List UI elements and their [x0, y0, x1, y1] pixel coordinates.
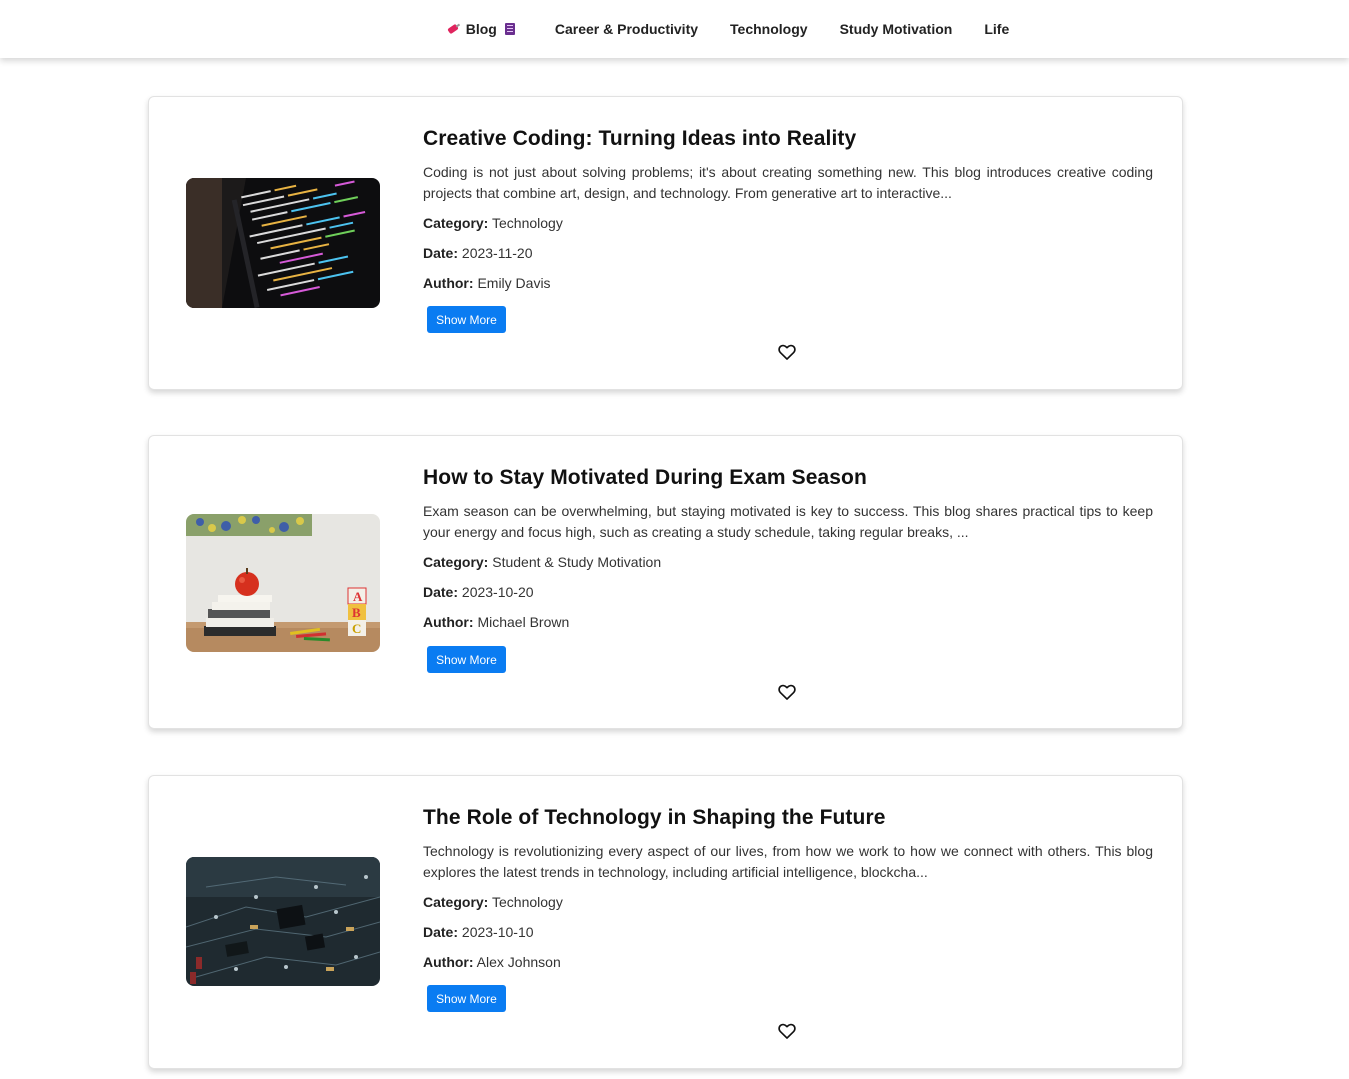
pushpin-icon — [443, 19, 462, 38]
apple-on-books-image: A B C — [186, 514, 380, 652]
heart-icon[interactable] — [777, 1021, 797, 1041]
nav-brand-blog[interactable]: Blog — [440, 21, 523, 37]
blog-category: Category: Technology — [423, 215, 563, 231]
heart-icon[interactable] — [777, 682, 797, 702]
blog-title[interactable]: Creative Coding: Turning Ideas into Real… — [423, 125, 1153, 153]
blog-card-content: The Role of Technology in Shaping the Fu… — [423, 804, 1153, 973]
code-on-monitor-image — [186, 178, 380, 308]
blog-author: Author: Michael Brown — [423, 614, 570, 630]
nav-link-life[interactable]: Life — [984, 21, 1009, 37]
svg-text:C: C — [352, 621, 361, 636]
blog-date: Date: 2023-10-20 — [423, 584, 534, 600]
blog-title[interactable]: How to Stay Motivated During Exam Season — [423, 464, 1153, 492]
blog-card-content: Creative Coding: Turning Ideas into Real… — [423, 125, 1153, 294]
heart-icon[interactable] — [777, 342, 797, 362]
blog-card: A B C How to Stay Motivated During Exam … — [148, 435, 1183, 729]
nav-link-technology[interactable]: Technology — [730, 21, 808, 37]
blog-card: Creative Coding: Turning Ideas into Real… — [148, 96, 1183, 390]
blog-date: Date: 2023-10-10 — [423, 924, 534, 940]
blog-author: Author: Alex Johnson — [423, 954, 561, 970]
svg-text:A: A — [353, 589, 363, 604]
blog-excerpt: Exam season can be overwhelming, but sta… — [423, 503, 1153, 540]
book-icon — [503, 22, 517, 36]
blog-category: Category: Student & Study Motivation — [423, 554, 662, 570]
nav-link-career[interactable]: Career & Productivity — [555, 21, 698, 37]
blog-date: Date: 2023-11-20 — [423, 245, 533, 261]
blog-excerpt: Coding is not just about solving problem… — [423, 164, 1153, 201]
svg-text:B: B — [352, 605, 361, 620]
blog-card-content: How to Stay Motivated During Exam Season… — [423, 464, 1153, 633]
blog-title[interactable]: The Role of Technology in Shaping the Fu… — [423, 804, 1153, 832]
top-navbar: Blog Career & Productivity Technology St… — [0, 0, 1349, 58]
nav-links: Blog Career & Productivity Technology St… — [424, 21, 1025, 37]
circuit-board-image — [186, 857, 380, 986]
blog-category: Category: Technology — [423, 894, 563, 910]
nav-brand-label: Blog — [465, 21, 497, 37]
blog-card: The Role of Technology in Shaping the Fu… — [148, 775, 1183, 1069]
show-more-button[interactable]: Show More — [427, 306, 506, 333]
blog-excerpt: Technology is revolutionizing every aspe… — [423, 843, 1153, 880]
show-more-button[interactable]: Show More — [427, 985, 506, 1012]
nav-link-study-motivation[interactable]: Study Motivation — [840, 21, 953, 37]
blog-author: Author: Emily Davis — [423, 275, 551, 291]
show-more-button[interactable]: Show More — [427, 646, 506, 673]
